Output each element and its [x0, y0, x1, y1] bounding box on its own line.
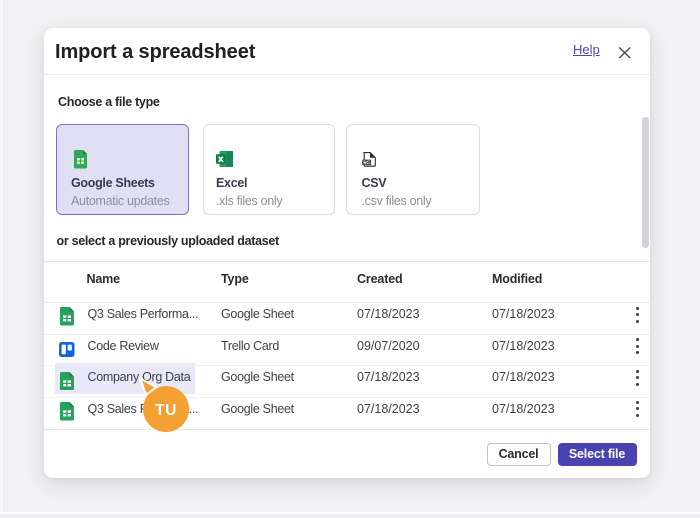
svg-text:TU: TU: [155, 402, 177, 419]
